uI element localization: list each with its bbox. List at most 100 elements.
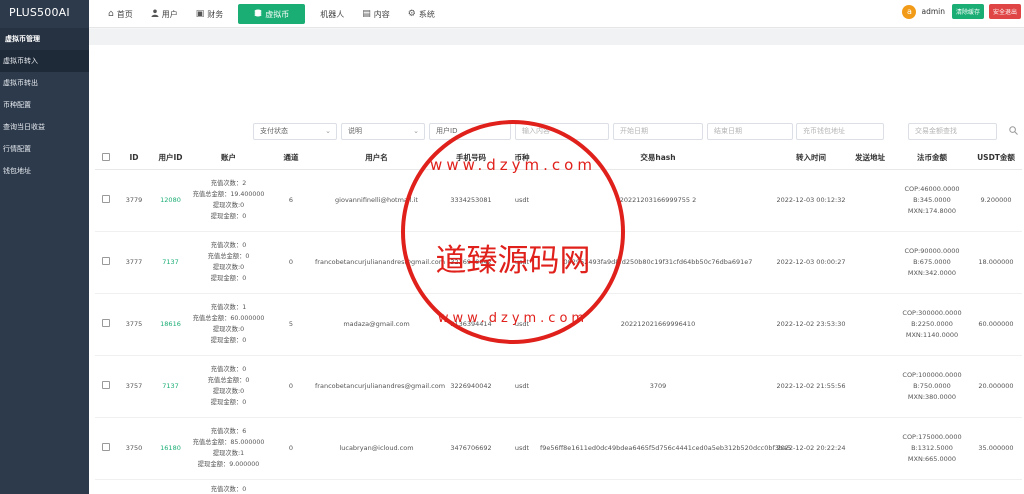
col-id[interactable]: ID [117,147,151,170]
description-select[interactable]: 说明 ⌄ [341,123,425,140]
fiat-line: MXN:665.0000 [907,454,957,463]
sidebar-item-market-config[interactable]: 行情配置 [0,138,89,160]
nav-finance[interactable]: ▣ 财务 [187,0,233,28]
nav-label: 内容 [373,9,390,19]
sidebar-group-title[interactable]: 虚拟币管理 [0,28,89,50]
row-send-address [846,231,894,294]
coin-icon [254,9,262,20]
end-date-input[interactable]: 结束日期 [707,123,793,140]
fiat-line: COP:100000.0000 [902,370,962,379]
row-send-address [846,169,894,232]
col-account[interactable]: 账户 [190,147,267,170]
nav-label: 虚拟币 [265,9,290,19]
nav-home[interactable]: ⌂ 首页 [99,0,142,28]
row-usdt: 9.200000 [970,169,1022,232]
sidebar-item-coin-config[interactable]: 币种配置 [0,94,89,116]
user-area: a admin 清除缓存 安全退出 [902,4,1021,19]
nav-label: 财务 [207,9,224,19]
user-id-field[interactable]: 用户ID [429,123,511,140]
row-hash: 202212021669996410 [540,293,776,356]
row-id: 3777 [117,231,151,294]
table-row[interactable]: 3779 12080 充值次数：2 充值总金额：19.400000 提现次数:0… [95,169,1022,232]
table-row[interactable]: 充值次数：0 [95,479,1022,494]
account-line: 充值次数：2 [210,180,247,187]
row-select-cell [95,231,117,294]
nav-content[interactable]: ▤ 内容 [353,0,399,28]
brand-logo[interactable]: PLUS500AI [0,0,89,28]
row-checkbox[interactable] [102,195,110,203]
row-phone: 3476706692 [438,417,504,480]
col-user-id[interactable]: 用户ID [151,147,190,170]
col-time[interactable]: 转入时间 [776,147,846,170]
wallet-address-input[interactable]: 充币钱包地址 [796,123,884,140]
fiat-line: COP:175000.0000 [902,432,962,441]
fiat-line: MXN:380.0000 [907,392,957,401]
row-id: 3750 [117,417,151,480]
row-account: 充值次数：1 充值总金额：60.000000 提现次数:0 提现金额：0 [190,293,267,356]
row-usdt: 18.000000 [970,231,1022,294]
row-channel: 0 [267,355,315,418]
sidebar-item-daily-earnings[interactable]: 查询当日收益 [0,116,89,138]
nav-crypto[interactable]: 虚拟币 [238,4,306,24]
row-checkbox[interactable] [102,319,110,327]
row-checkbox[interactable] [102,257,110,265]
table-header-row: ID 用户ID 账户 通道 用户名 手机号码 币种 交易hash 转入时间 发送… [95,147,1022,170]
col-send-address[interactable]: 发送地址 [846,147,894,170]
table-row[interactable]: 3775 18616 充值次数：1 充值总金额：60.000000 提现次数:0… [95,293,1022,356]
row-username: madaza@gmail.com [315,293,438,356]
table-row[interactable]: 3777 7137 充值次数：0 充值总金额：0 提现次数:0 提现金额：0 0… [95,231,1022,294]
clear-cache-button[interactable]: 清除缓存 [951,4,984,19]
row-user-id[interactable]: 16180 [151,417,190,480]
row-user-id[interactable]: 7137 [151,231,190,294]
keyword-input[interactable]: 输入内容 [515,123,609,140]
table-row[interactable]: 3750 16180 充值次数：6 充值总金额：85.000000 提现次数:1… [95,417,1022,480]
nav-label: 机器人 [320,9,345,19]
table-row[interactable]: 3757 7137 充值次数：0 充值总金额：0 提现次数:0 提现金额：0 0… [95,355,1022,418]
col-usdt[interactable]: USDT金额 [970,147,1022,170]
row-checkbox[interactable] [102,443,110,451]
row-account: 充值次数：0 [190,479,267,494]
nav-user[interactable]: 用户 [142,0,187,28]
row-hash: f9e56ff8e1611ed0dc49bdea6465f5d756c4441c… [540,417,791,480]
avatar[interactable]: a [902,4,917,19]
pay-status-select[interactable]: 支付状态 ⌄ [253,123,337,140]
row-coin: usdt [504,293,540,356]
col-username[interactable]: 用户名 [315,147,438,170]
row-select-cell [95,355,117,418]
row-checkbox[interactable] [102,381,110,389]
row-user-id[interactable]: 7137 [151,355,190,418]
search-icon[interactable] [1009,126,1018,138]
account-line: 提现次数:0 [212,388,245,395]
top-header: ⌂ 首页 用户 ▣ 财务 虚拟币 机器人 ▤ 内容 ⚙ 系统 a admin 清… [89,0,1024,28]
row-fiat: COP:46000.0000 B:345.0000 MXN:174.8000 [894,169,970,232]
admin-name[interactable]: admin [921,7,945,16]
col-channel[interactable]: 通道 [267,147,315,170]
sidebar-item-wallet-address[interactable]: 钱包地址 [0,160,89,182]
logout-button[interactable]: 安全退出 [988,4,1021,19]
row-hash: 3709 [540,355,776,418]
col-fiat[interactable]: 法币金额 [894,147,970,170]
sidebar-item-crypto-out[interactable]: 虚拟币转出 [0,72,89,94]
row-phone: 3226940042 [438,231,504,294]
col-phone[interactable]: 手机号码 [438,147,504,170]
row-username: giovannifinelli@hotmail.it [315,169,438,232]
amount-search-input[interactable]: 交易金额查找 [908,123,997,140]
select-value: 支付状态 [260,127,288,135]
row-user-id[interactable]: 18616 [151,293,190,356]
fiat-line: B:2250.0000 [911,319,953,328]
col-coin[interactable]: 币种 [504,147,540,170]
nav-robot[interactable]: 机器人 [311,0,353,28]
row-id: 3757 [117,355,151,418]
row-coin: usdt [504,417,540,480]
col-hash[interactable]: 交易hash [540,147,776,170]
row-id: 3775 [117,293,151,356]
start-date-input[interactable]: 开始日期 [613,123,703,140]
row-user-id [151,479,190,494]
recharge-table: ID 用户ID 账户 通道 用户名 手机号码 币种 交易hash 转入时间 发送… [95,147,1022,494]
row-send-address [846,293,894,356]
row-user-id[interactable]: 12080 [151,169,190,232]
nav-system[interactable]: ⚙ 系统 [399,0,444,28]
fiat-line: B:675.0000 [913,257,951,266]
select-all-checkbox[interactable] [102,152,110,161]
sidebar-item-crypto-in[interactable]: 虚拟币转入 [0,50,89,72]
